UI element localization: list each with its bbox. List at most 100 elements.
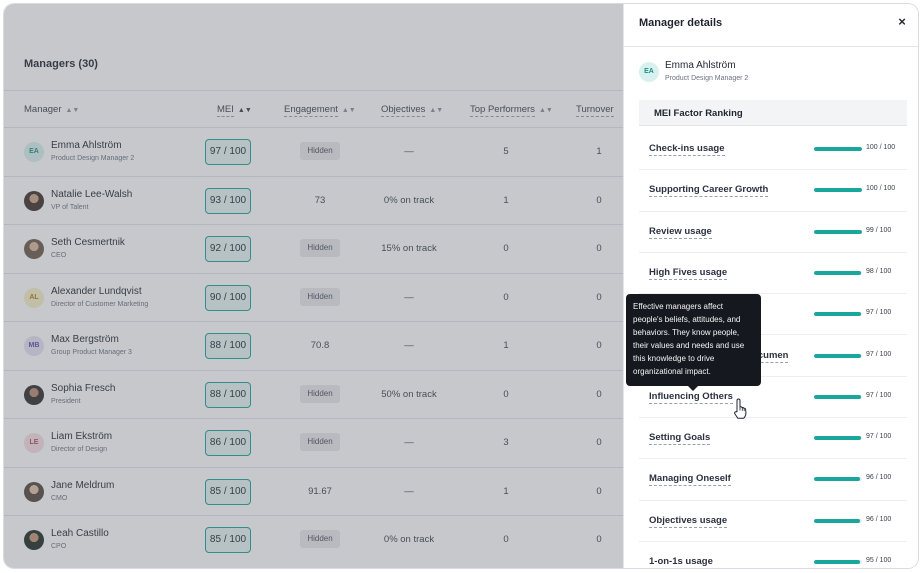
manager-name: Natalie Lee-Walsh (51, 188, 133, 200)
factor-name[interactable]: High Fives usage (649, 267, 728, 280)
avatar: EA (639, 62, 659, 82)
turnover-cell: 1 (596, 146, 602, 157)
score-progress-bar (814, 188, 862, 193)
factor-score: 95 / 100 (866, 557, 892, 564)
avatar (24, 481, 44, 502)
turnover-cell: 0 (596, 194, 602, 206)
column-header-objectives[interactable]: Objectives ▲▼ (381, 91, 443, 129)
mei-score-badge: 92 / 100 (205, 236, 251, 262)
factor-name[interactable]: Supporting Career Growth (649, 184, 769, 198)
turnover-cell: 0 (596, 243, 602, 254)
table-header: Manager ▲▼ MEI ▲▼ Engagement ▲▼ Objectives ▲… (4, 90, 623, 128)
table-row[interactable]: EA Emma Ahlström Product Design Manager … (4, 128, 623, 177)
factor-row: Check-ins usage 100 / 100 (639, 129, 907, 171)
score-progress-bar (814, 270, 862, 275)
score-progress-bar (814, 560, 862, 564)
column-label: Manager (24, 104, 62, 115)
turnover-cell: 0 (596, 437, 602, 448)
mei-score-badge: 90 / 100 (205, 284, 251, 311)
mei-score-badge: 93 / 100 (205, 187, 251, 214)
mei-score-badge: 88 / 100 (205, 333, 251, 359)
column-header-engagement[interactable]: Engagement ▲▼ (284, 91, 356, 129)
close-icon[interactable]: × (894, 14, 910, 30)
manager-role: Product Design Manager 2 (665, 75, 749, 82)
factor-name[interactable]: 1-on-1s usage (649, 556, 713, 568)
table-row[interactable]: Jane Meldrum CMO 85 / 100 91.67 — 1 0 (4, 468, 623, 516)
manager-role: Group Product Manager 3 (51, 349, 132, 356)
manager-name: Jane Meldrum (51, 479, 115, 491)
factor-row: Supporting Career Growth 100 / 100 (639, 170, 907, 212)
factor-name[interactable]: Check-ins usage (649, 143, 725, 156)
score-progress-fill (814, 518, 861, 523)
top-performers-cell: 1 (503, 485, 509, 497)
score-progress-fill (814, 353, 861, 358)
factor-name[interactable]: Influencing Others (649, 391, 733, 404)
turnover-cell: 0 (596, 291, 602, 303)
table-row[interactable]: AL Alexander Lundqvist Director of Custo… (4, 274, 623, 322)
objectives-cell: — (404, 146, 414, 157)
manager-name: Alexander Lundqvist (51, 285, 142, 297)
top-performers-cell: 0 (503, 243, 509, 254)
factor-score: 97 / 100 (866, 350, 892, 358)
table-row[interactable]: Seth Cesmertnik CEO 92 / 100 Hidden 15% … (4, 225, 623, 274)
top-performers-cell: 0 (503, 388, 509, 400)
manager-name: Emma Ahlström (51, 140, 122, 151)
avatar: AL (24, 287, 44, 308)
factor-score: 97 / 100 (866, 391, 892, 399)
column-label: Objectives (381, 104, 426, 117)
hidden-badge: Hidden (300, 239, 340, 258)
mei-score-badge: 85 / 100 (205, 527, 251, 553)
factor-ranking-header: MEI Factor Ranking (639, 100, 907, 126)
hand-cursor-icon (734, 398, 747, 419)
top-performers-cell: 0 (503, 534, 509, 545)
table-row[interactable]: Sophia Fresch President 88 / 100 Hidden … (4, 371, 623, 419)
turnover-cell: 0 (596, 340, 602, 351)
score-progress-bar (814, 394, 862, 399)
score-progress-fill (814, 394, 861, 399)
top-performers-cell: 3 (503, 437, 509, 448)
column-header-top-performers[interactable]: Top Performers ▲▼ (470, 91, 553, 129)
score-progress-fill (814, 560, 860, 564)
avatar: LE (24, 433, 44, 453)
score-progress-fill (814, 147, 862, 151)
table-row[interactable]: Natalie Lee-Walsh VP of Talent 93 / 100 … (4, 177, 623, 225)
factor-name[interactable]: Objectives usage (649, 515, 728, 528)
column-header-mei[interactable]: MEI ▲▼ (217, 91, 252, 129)
column-header-manager[interactable]: Manager ▲▼ (24, 91, 79, 129)
avatar (24, 384, 44, 405)
divider (624, 46, 918, 47)
sort-icon: ▲▼ (341, 107, 356, 114)
hidden-badge: Hidden (300, 142, 340, 161)
column-header-turnover[interactable]: Turnover (576, 91, 614, 129)
column-label: Turnover (576, 104, 614, 117)
mei-score-badge: 86 / 100 (205, 430, 251, 456)
column-label: Engagement (284, 104, 338, 117)
top-performers-cell: 1 (503, 194, 509, 206)
top-performers-cell: 1 (503, 340, 509, 351)
manager-name: Sophia Fresch (51, 382, 116, 394)
table-row[interactable]: MB Max Bergström Group Product Manager 3… (4, 322, 623, 371)
avatar (24, 530, 44, 550)
hidden-badge: Hidden (300, 384, 340, 403)
turnover-cell: 0 (596, 388, 602, 400)
objectives-cell: 15% on track (381, 243, 437, 254)
score-progress-fill (814, 477, 861, 482)
factor-score: 97 / 100 (866, 433, 892, 441)
manager-name: Emma Ahlström (665, 60, 736, 71)
hidden-badge: Hidden (300, 287, 340, 306)
objectives-cell: — (404, 485, 414, 497)
factor-name[interactable]: Setting Goals (649, 432, 711, 446)
objectives-cell: 0% on track (383, 534, 435, 545)
factor-score: 96 / 100 (866, 474, 892, 482)
factor-name[interactable]: Review usage (649, 226, 712, 239)
table-row[interactable]: Leah Castillo CPO 85 / 100 Hidden 0% on … (4, 516, 623, 565)
factor-name[interactable]: Managing Oneself (649, 473, 731, 487)
manager-role: CPO (51, 543, 67, 550)
factor-row: Objectives usage 96 / 100 (639, 501, 907, 542)
sort-icon: ▲▼ (538, 107, 553, 114)
table-row[interactable]: LE Liam Ekström Director of Design 86 / … (4, 419, 623, 468)
engagement-cell: Hidden (290, 225, 350, 273)
mei-score-badge: 97 / 100 (205, 139, 251, 165)
hidden-badge: Hidden (300, 433, 340, 452)
manager-name: Seth Cesmertnik (51, 237, 125, 248)
